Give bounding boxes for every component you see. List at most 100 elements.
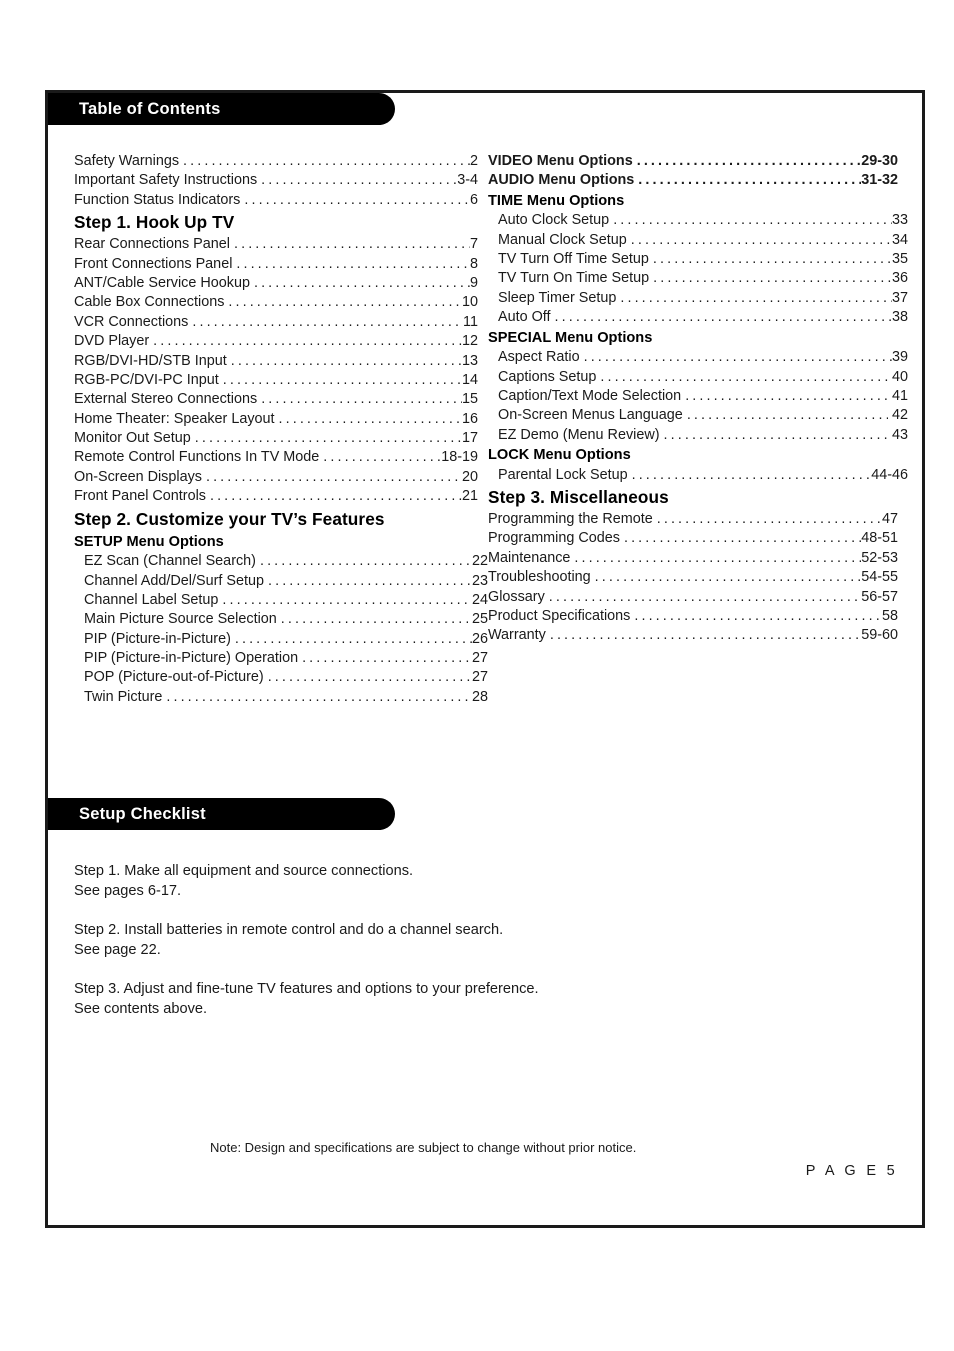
- toc-entry[interactable]: EZ Scan (Channel Search)................…: [74, 552, 488, 571]
- toc-entry[interactable]: Important Safety Instructions...........…: [74, 171, 478, 190]
- toc-entry[interactable]: VCR Connections.........................…: [74, 313, 478, 332]
- toc-entry[interactable]: Rear Connections Panel..................…: [74, 235, 478, 254]
- toc-entry[interactable]: Caption/Text Mode Selection.............…: [488, 387, 908, 406]
- toc-entry-page-number: 22: [471, 553, 488, 570]
- toc-entry-page-number: 31-32: [861, 172, 898, 189]
- toc-entry[interactable]: Function Status Indicators..............…: [74, 191, 478, 210]
- toc-dot-leader: ........................................…: [192, 313, 463, 330]
- toc-entry-page-number: 58: [881, 607, 898, 624]
- toc-entry[interactable]: Channel Label Setup.....................…: [74, 591, 488, 610]
- toc-entry[interactable]: Safety Warnings.........................…: [74, 152, 478, 171]
- toc-entry[interactable]: On-Screen Menus Language................…: [488, 406, 908, 425]
- toc-entry-page-number: 15: [461, 391, 478, 408]
- toc-left-column: Safety Warnings.........................…: [74, 152, 488, 707]
- checklist-step-reference: See page 22.: [74, 942, 161, 958]
- toc-entry-page-number: 7: [469, 236, 478, 253]
- toc-entry-page-number: 26: [471, 630, 488, 647]
- toc-entry[interactable]: Captions Setup..........................…: [488, 368, 908, 387]
- toc-menu-heading: SPECIAL Menu Options: [488, 329, 653, 346]
- toc-entry-label: Main Picture Source Selection: [84, 611, 277, 628]
- toc-entry-page-number: 11: [463, 313, 478, 330]
- toc-dot-leader: ........................................…: [686, 407, 888, 424]
- toc-dot-leader: ........................................…: [594, 569, 862, 586]
- toc-entry[interactable]: Main Picture Source Selection...........…: [74, 610, 488, 629]
- toc-entry[interactable]: Monitor Out Setup.......................…: [74, 429, 478, 448]
- toc-entry-label: POP (Picture-out-of-Picture): [84, 669, 264, 686]
- toc-entry-label: Important Safety Instructions: [74, 172, 258, 189]
- toc-entry[interactable]: POP (Picture-out-of-Picture)............…: [74, 668, 488, 687]
- toc-dot-leader: ........................................…: [653, 270, 892, 287]
- toc-entry[interactable]: External Stereo Connections.............…: [74, 390, 478, 409]
- toc-entry-page-number: 18-19: [441, 449, 478, 466]
- toc-dot-leader: ........................................…: [323, 449, 441, 466]
- toc-entry[interactable]: TV Turn On Time Setup...................…: [488, 269, 908, 288]
- toc-entry-label: DVD Player: [74, 333, 150, 350]
- toc-section-heading: Step 1. Hook Up TV: [74, 212, 235, 233]
- toc-entry[interactable]: Front Connections Panel.................…: [74, 255, 478, 274]
- toc-entry[interactable]: Product Specifications..................…: [488, 607, 898, 626]
- toc-entry[interactable]: RGB-PC/DVI-PC Input.....................…: [74, 371, 478, 390]
- toc-entry[interactable]: AUDIO Menu Options......................…: [488, 171, 898, 190]
- toc-entry[interactable]: Manual Clock Setup......................…: [488, 231, 908, 250]
- toc-entry-label: Sleep Timer Setup: [498, 289, 617, 306]
- toc-entry[interactable]: Front Panel Controls....................…: [74, 487, 478, 506]
- toc-entry-label: Home Theater: Speaker Layout: [74, 410, 275, 427]
- toc-section-heading: Step 3. Miscellaneous: [488, 486, 669, 507]
- toc-entry[interactable]: Parental Lock Setup.....................…: [488, 466, 908, 485]
- toc-entry[interactable]: ANT/Cable Service Hookup................…: [74, 274, 478, 293]
- toc-entry[interactable]: EZ Demo (Menu Review)...................…: [488, 426, 908, 445]
- toc-entry-page-number: 21: [461, 488, 478, 505]
- toc-menu-heading: TIME Menu Options: [488, 192, 625, 209]
- toc-entry-page-number: 40: [891, 368, 908, 385]
- toc-dot-leader: ........................................…: [574, 549, 861, 566]
- toc-entry[interactable]: On-Screen Displays......................…: [74, 468, 478, 487]
- toc-dot-leader: ........................................…: [278, 410, 462, 427]
- toc-menu-heading: LOCK Menu Options: [488, 447, 631, 464]
- toc-entry-label: PIP (Picture-in-Picture): [84, 630, 231, 647]
- toc-entry[interactable]: PIP (Picture-in-Picture) Operation......…: [74, 649, 488, 668]
- toc-entry-page-number: 47: [881, 510, 898, 527]
- toc-entry-label: Channel Add/Del/Surf Setup: [84, 572, 265, 589]
- toc-entry[interactable]: Auto Off................................…: [488, 308, 908, 327]
- toc-entry[interactable]: Cable Box Connections...................…: [74, 293, 478, 312]
- toc-dot-leader: ........................................…: [554, 309, 892, 326]
- toc-entry[interactable]: Aspect Ratio............................…: [488, 348, 908, 367]
- toc-entry[interactable]: Channel Add/Del/Surf Setup..............…: [74, 572, 488, 591]
- toc-entry-page-number: 28: [471, 688, 488, 705]
- toc-dot-leader: ........................................…: [302, 650, 472, 667]
- toc-entry[interactable]: Auto Clock Setup........................…: [488, 211, 908, 230]
- toc-dot-leader: ........................................…: [166, 688, 472, 705]
- toc-entry[interactable]: VIDEO Menu Options......................…: [488, 152, 898, 171]
- toc-dot-leader: ........................................…: [228, 294, 462, 311]
- toc-dot-leader: ........................................…: [613, 212, 892, 229]
- toc-entry[interactable]: TV Turn Off Time Setup..................…: [488, 250, 908, 269]
- page-number-label: P A G E 5: [805, 1163, 898, 1179]
- toc-right-column: VIDEO Menu Options......................…: [488, 152, 908, 646]
- toc-dot-leader: ........................................…: [663, 426, 892, 443]
- toc-entry[interactable]: Glossary................................…: [488, 588, 898, 607]
- toc-entry-page-number: 41: [891, 387, 908, 404]
- toc-entry-label: EZ Scan (Channel Search): [84, 553, 256, 570]
- toc-entry[interactable]: Troubleshooting.........................…: [488, 568, 898, 587]
- toc-entry-label: Captions Setup: [498, 368, 597, 385]
- toc-entry-page-number: 14: [461, 371, 478, 388]
- toc-entry-label: Caption/Text Mode Selection: [498, 387, 682, 404]
- toc-entry[interactable]: PIP (Picture-in-Picture)................…: [74, 630, 488, 649]
- toc-entry[interactable]: Programming the Remote..................…: [488, 510, 898, 529]
- toc-entry[interactable]: Home Theater: Speaker Layout............…: [74, 410, 478, 429]
- toc-dot-leader: ........................................…: [234, 236, 470, 253]
- toc-entry-page-number: 37: [891, 289, 908, 306]
- toc-entry[interactable]: Maintenance.............................…: [488, 549, 898, 568]
- toc-dot-leader: ........................................…: [620, 289, 892, 306]
- toc-entry[interactable]: DVD Player..............................…: [74, 332, 478, 351]
- toc-entry[interactable]: Twin Picture............................…: [74, 688, 488, 707]
- toc-entry[interactable]: Remote Control Functions In TV Mode.....…: [74, 448, 478, 467]
- toc-entry[interactable]: Warranty................................…: [488, 626, 898, 645]
- toc-entry[interactable]: Sleep Timer Setup.......................…: [488, 289, 908, 308]
- toc-entry[interactable]: RGB/DVI-HD/STB Input....................…: [74, 352, 478, 371]
- toc-entry[interactable]: Programming Codes.......................…: [488, 529, 898, 548]
- toc-entry-label: Twin Picture: [84, 688, 163, 705]
- toc-dot-leader: ........................................…: [222, 371, 462, 388]
- toc-entry-page-number: 27: [471, 669, 488, 686]
- toc-entry-label: ANT/Cable Service Hookup: [74, 274, 250, 291]
